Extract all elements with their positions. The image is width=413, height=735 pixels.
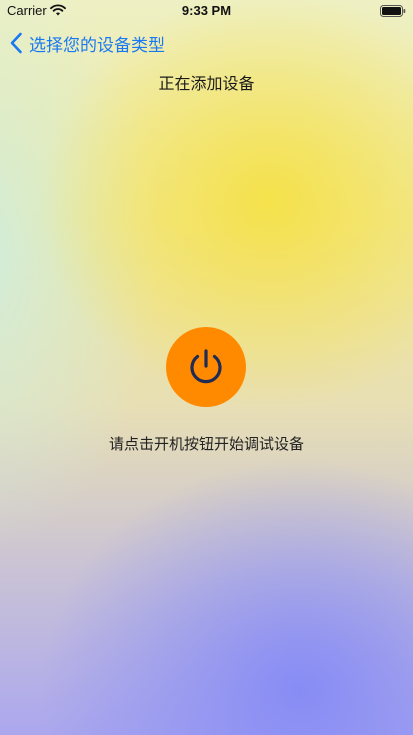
chevron-left-icon	[10, 32, 22, 54]
battery-icon	[380, 5, 406, 17]
instruction-text: 请点击开机按钮开始调试设备	[108, 435, 304, 453]
status-time: 9:33 PM	[181, 3, 232, 18]
back-button-label: 选择您的设备类型	[29, 35, 165, 56]
power-icon	[190, 349, 222, 384]
back-button[interactable]: 选择您的设备类型	[9, 30, 165, 56]
power-button[interactable]	[166, 327, 246, 407]
status-bar: Carrier 9:33 PM	[0, 0, 413, 22]
page-title: 正在添加设备	[158, 74, 255, 93]
